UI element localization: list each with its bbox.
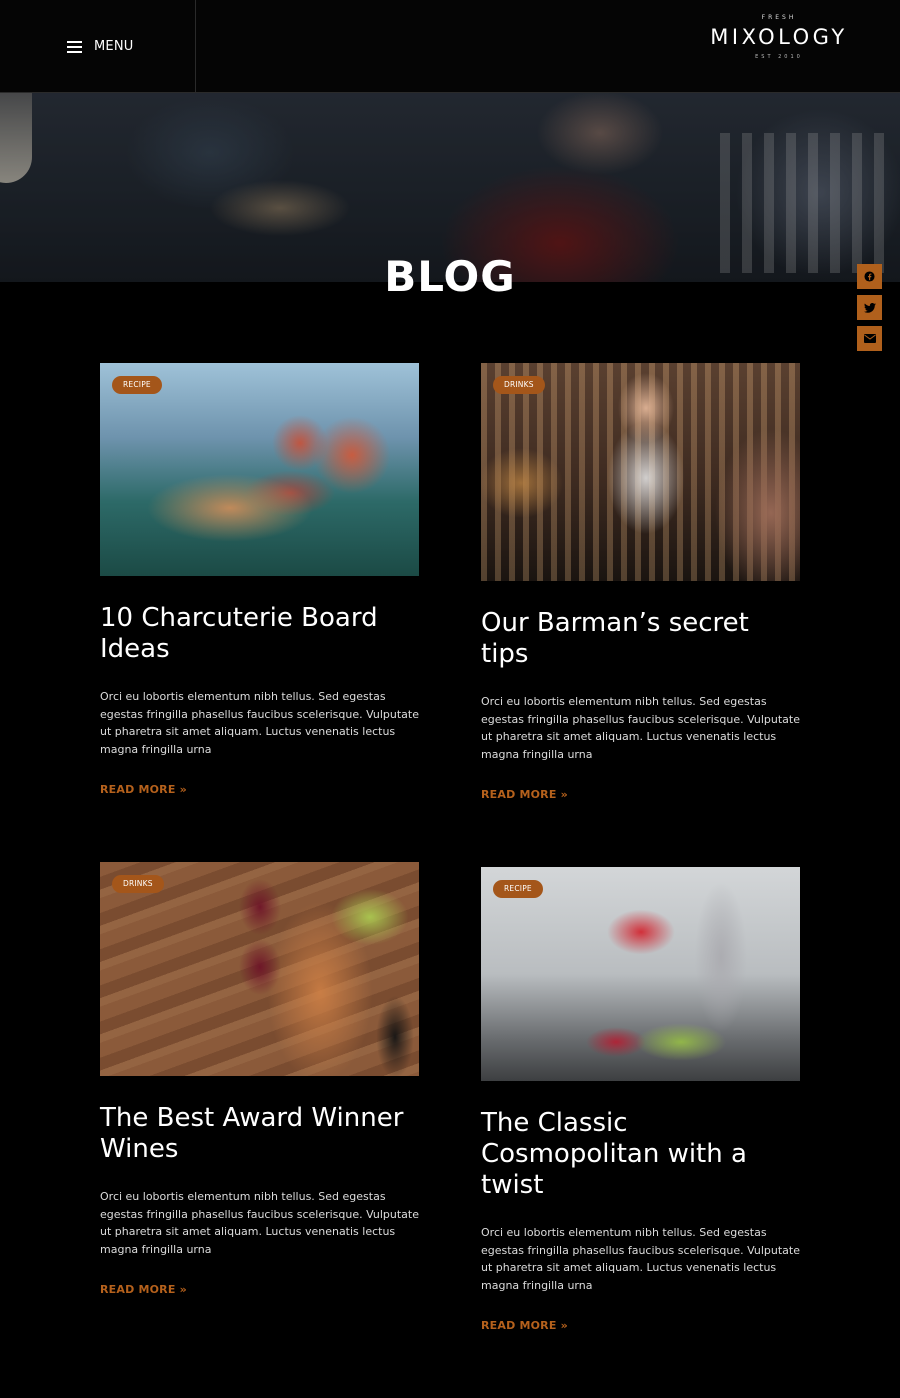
menu-label: MENU xyxy=(94,39,134,54)
blog-post-card: RECIPE The Classic Cosmopolitan with a t… xyxy=(481,867,800,1333)
category-badge[interactable]: RECIPE xyxy=(493,880,543,898)
post-title[interactable]: 10 Charcuterie Board Ideas xyxy=(100,603,419,665)
post-title[interactable]: The Best Award Winner Wines xyxy=(100,1103,419,1165)
post-title[interactable]: Our Barman’s secret tips xyxy=(481,608,800,670)
facebook-icon xyxy=(864,271,875,282)
post-excerpt: Orci eu lobortis elementum nibh tellus. … xyxy=(481,695,801,761)
site-logo[interactable]: FRESH MIXOLOGY EST 2010 xyxy=(700,14,858,70)
site-header: MENU FRESH MIXOLOGY EST 2010 xyxy=(0,0,900,93)
envelope-icon xyxy=(863,334,876,343)
logo-est: EST 2010 xyxy=(755,54,803,60)
post-excerpt: Orci eu lobortis elementum nibh tellus. … xyxy=(100,1190,420,1256)
post-excerpt: Orci eu lobortis elementum nibh tellus. … xyxy=(481,1226,801,1292)
email-button[interactable] xyxy=(857,326,882,351)
category-badge[interactable]: DRINKS xyxy=(112,875,164,893)
blog-post-card: DRINKS The Best Award Winner Wines Orci … xyxy=(100,862,419,1297)
blog-post-card: RECIPE 10 Charcuterie Board Ideas Orci e… xyxy=(100,363,419,797)
post-image[interactable]: DRINKS xyxy=(100,862,419,1076)
post-image[interactable]: RECIPE xyxy=(100,363,419,576)
post-image[interactable]: DRINKS xyxy=(481,363,800,581)
read-more-link[interactable]: READ MORE » xyxy=(481,1319,568,1332)
post-excerpt: Orci eu lobortis elementum nibh tellus. … xyxy=(100,690,420,756)
logo-name: MIXOLOGY xyxy=(710,25,848,49)
post-title[interactable]: The Classic Cosmopolitan with a twist xyxy=(481,1108,800,1201)
social-share-bar xyxy=(857,264,882,357)
twitter-button[interactable] xyxy=(857,295,882,320)
hamburger-icon xyxy=(67,40,82,53)
logo-tagline: FRESH xyxy=(761,14,797,21)
blog-post-card: DRINKS Our Barman’s secret tips Orci eu … xyxy=(481,363,800,802)
post-image[interactable]: RECIPE xyxy=(481,867,800,1081)
read-more-link[interactable]: READ MORE » xyxy=(100,1283,187,1296)
category-badge[interactable]: RECIPE xyxy=(112,376,162,394)
page-title: BLOG xyxy=(384,252,516,301)
facebook-button[interactable] xyxy=(857,264,882,289)
menu-button[interactable]: MENU xyxy=(0,0,196,93)
category-badge[interactable]: DRINKS xyxy=(493,376,545,394)
read-more-link[interactable]: READ MORE » xyxy=(481,788,568,801)
twitter-icon xyxy=(863,302,876,313)
read-more-link[interactable]: READ MORE » xyxy=(100,783,187,796)
